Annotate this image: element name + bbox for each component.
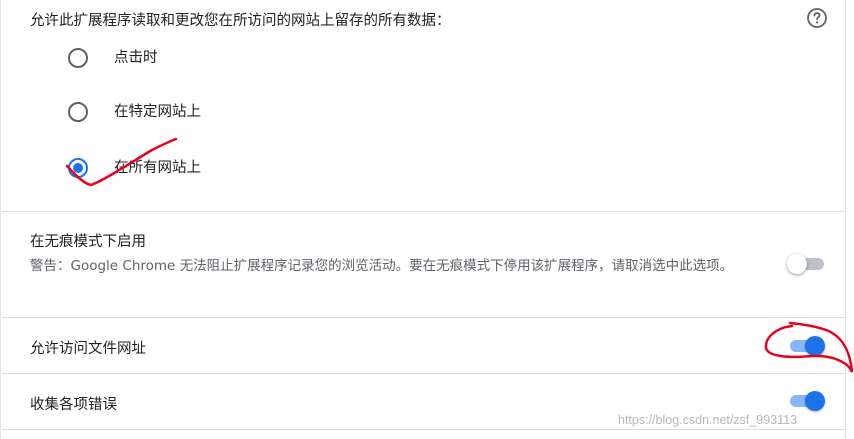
radio-option-specific-sites[interactable]: 在特定网站上 <box>68 102 368 126</box>
divider <box>2 373 846 374</box>
toggle-knob <box>805 336 825 356</box>
help-circle-icon[interactable] <box>806 7 828 29</box>
toggle-knob <box>787 254 807 274</box>
divider <box>2 429 846 430</box>
watermark: https://blog.csdn.net/zsf_993113 <box>618 413 798 427</box>
extension-details-panel: 允许此扩展程序读取和更改您在所访问的网站上留存的所有数据： 点击时 在特定网站上… <box>0 0 846 439</box>
radio-option-on-click[interactable]: 点击时 <box>68 48 368 72</box>
file-urls-title: 允许访问文件网址 <box>30 341 146 357</box>
toggle-knob <box>805 391 825 411</box>
collect-errors-toggle[interactable] <box>787 391 825 411</box>
incognito-toggle[interactable] <box>787 254 825 274</box>
divider <box>2 317 846 318</box>
radio-label: 点击时 <box>114 50 158 66</box>
incognito-warning: 警告：Google Chrome 无法阻止扩展程序记录您的浏览活动。要在无痕模式… <box>30 258 734 274</box>
incognito-title: 在无痕模式下启用 <box>30 234 146 250</box>
radio-button[interactable] <box>68 48 88 68</box>
site-access-title: 允许此扩展程序读取和更改您在所访问的网站上留存的所有数据： <box>30 13 451 29</box>
radio-button-checked[interactable] <box>68 158 88 178</box>
radio-button[interactable] <box>68 102 88 122</box>
radio-label: 在特定网站上 <box>114 104 201 120</box>
divider <box>2 211 846 212</box>
radio-option-all-sites[interactable]: 在所有网站上 <box>68 158 368 182</box>
file-urls-toggle[interactable] <box>787 336 825 356</box>
radio-label: 在所有网站上 <box>114 160 201 176</box>
collect-errors-title: 收集各项错误 <box>30 397 117 413</box>
